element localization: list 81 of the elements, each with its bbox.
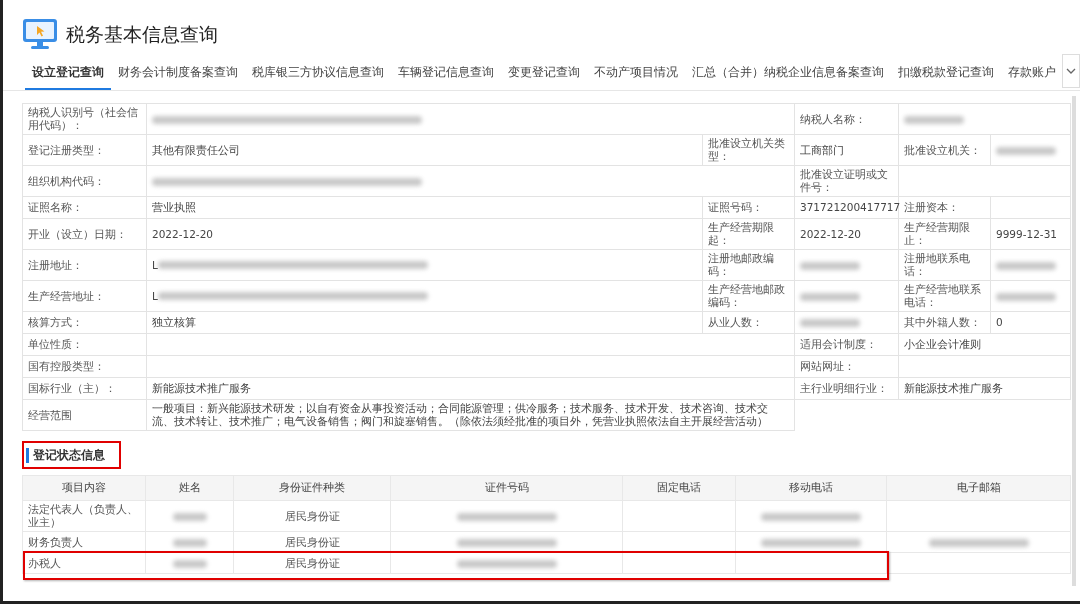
field-label: 纳税人名称： (800, 112, 866, 125)
field-value: 9999-12-31 (996, 227, 1058, 240)
table-cell: 居民身份证 (284, 535, 340, 548)
field-label: 批准设立机关： (904, 143, 981, 156)
field-value: 一般项目：新兴能源技术研发；以自有资金从事投资活动；合同能源管理；供冷服务；技术服务、技术开发、技术咨询、技术交流、技术转让、技术推广；电气设备销售；阀门和旋塞销售。（除依法须经批准的项目外，凭营业执照依法自主开展经营活动） (152, 402, 768, 427)
column-header: 证件号码 (484, 480, 529, 494)
monitor-icon (22, 18, 58, 50)
field-value: 2022-12-20 (152, 227, 214, 240)
tab[interactable]: 财务会计制度备案查询 (111, 63, 245, 90)
field-value: 营业执照 (152, 201, 196, 213)
redacted-text (996, 261, 1056, 270)
tab[interactable]: 汇总（合并）纳税企业信息备案查询 (685, 63, 891, 90)
redacted-text (996, 292, 1056, 301)
column-header: 电子邮箱 (956, 480, 1001, 494)
field-label: 网站网址： (800, 360, 855, 372)
field-label: 纳税人识别号（社会信用代码）： (28, 106, 138, 131)
tab[interactable]: 不动产项目情况 (587, 63, 685, 90)
field-value: L (152, 289, 158, 302)
field-label: 其中外籍人数： (904, 316, 981, 328)
tab[interactable]: 存款账户 (1001, 63, 1062, 90)
field-value: 0 (996, 316, 1003, 328)
column-header: 身份证件种类 (279, 480, 345, 494)
field-label: 适用会计制度： (800, 338, 877, 350)
tab[interactable]: 税库银三方协议信息查询 (245, 63, 391, 90)
field-value: 371721200417717 (800, 201, 901, 213)
column-header: 移动电话 (789, 480, 833, 494)
field-label: 生产经营地址： (28, 289, 105, 302)
field-label: 证照名称： (28, 201, 83, 213)
field-label: 开业（设立）日期： (28, 227, 127, 240)
field-label: 主行业明细行业： (800, 382, 888, 394)
field-value: 新能源技术推广服务 (152, 382, 251, 394)
field-label: 批准设立证明或文件号： (800, 168, 888, 193)
field-label: 登记注册类型： (28, 143, 105, 156)
column-header: 姓名 (178, 480, 201, 494)
tabs-dropdown-button[interactable] (1062, 54, 1080, 88)
field-label: 组织机构代码： (28, 174, 105, 187)
field-label: 注册资本： (904, 201, 959, 213)
section-title: 登记状态信息 (33, 447, 105, 464)
field-label: 单位性质： (28, 338, 83, 350)
field-value: L (152, 258, 158, 271)
field-label: 证照号码： (708, 201, 763, 213)
field-label: 核算方式： (28, 316, 83, 328)
field-value: 2022-12-20 (800, 227, 862, 240)
field-label: 国标行业（主）： (28, 382, 116, 394)
field-label: 注册地址： (28, 258, 83, 271)
redacted-text (800, 292, 860, 301)
field-value: 小企业会计准则 (904, 338, 981, 350)
table-cell: 居民身份证 (284, 509, 340, 522)
field-label: 生产经营期限止： (904, 221, 970, 246)
field-label: 批准设立机关类型： (708, 137, 785, 162)
field-value: 其他有限责任公司 (152, 143, 240, 156)
field-label: 注册地邮政编码： (708, 252, 774, 277)
table-cell: 法定代表人（负责人、业主） (28, 503, 138, 528)
field-label: 生产经营地邮政编码： (708, 283, 785, 308)
column-header: 项目内容 (62, 480, 106, 494)
table-cell: 财务负责人 (28, 535, 83, 548)
chevron-down-icon (1066, 68, 1076, 74)
table-cell: 办税人 (28, 556, 61, 569)
field-label: 国有控股类型： (28, 360, 105, 372)
tab[interactable]: 变更登记查询 (501, 63, 587, 90)
tab[interactable]: 设立登记查询 (25, 63, 111, 90)
redacted-text (800, 261, 860, 270)
redacted-text (172, 559, 207, 568)
field-value: 工商部门 (800, 143, 844, 156)
redacted-text (172, 512, 207, 521)
column-header: 固定电话 (657, 480, 701, 494)
field-label: 经营范围 (28, 408, 72, 421)
table-cell: 居民身份证 (284, 556, 340, 569)
redacted-text (172, 538, 207, 547)
tab[interactable]: 扣缴税款登记查询 (891, 63, 1001, 90)
field-value: 独立核算 (152, 316, 196, 328)
field-label: 生产经营地联系电话： (904, 283, 981, 308)
field-label: 从业人数： (708, 316, 763, 328)
redacted-text (904, 115, 964, 124)
field-label: 注册地联系电话： (904, 252, 970, 277)
page-title: 税务基本信息查询 (66, 21, 218, 47)
tab[interactable]: 车辆登记信息查询 (391, 63, 501, 90)
redacted-text (996, 146, 1056, 155)
field-value: 新能源技术推广服务 (904, 382, 1003, 394)
field-label: 生产经营期限起： (708, 221, 774, 246)
redacted-text (800, 319, 860, 327)
